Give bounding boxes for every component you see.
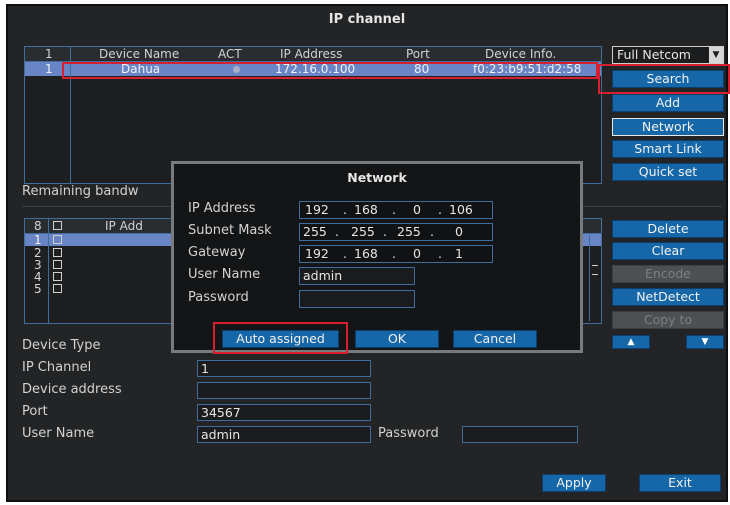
row-checkbox[interactable] [53, 248, 62, 257]
dialog-password-label: Password [188, 290, 249, 305]
exit-button[interactable]: Exit [639, 474, 721, 492]
header-port[interactable]: Port [406, 47, 430, 61]
dialog-password-field[interactable] [299, 290, 415, 308]
octet-3: 255 [397, 224, 421, 239]
network-button[interactable]: Network [612, 118, 724, 136]
ip-address-input[interactable]: 192 . 168 . 0 . 106 [299, 201, 493, 219]
row-index: 1 [45, 62, 53, 76]
net-detect-button[interactable]: NetDetect [612, 288, 724, 306]
dialog-title: Network [347, 170, 407, 185]
chevron-down-icon[interactable]: ▼ [709, 47, 723, 63]
delete-button[interactable]: Delete [612, 220, 724, 238]
dot: . [392, 202, 396, 217]
subnet-mask-input[interactable]: 255 . 255 . 255 . 0 [299, 223, 493, 241]
gateway-input[interactable]: 192 . 168 . 0 . 1 [299, 245, 493, 263]
dialog-user-name-label: User Name [188, 267, 261, 282]
octet-4: 106 [449, 202, 473, 217]
user-name-field[interactable]: admin [197, 426, 371, 443]
arrow-up-icon: ▲ [627, 337, 635, 347]
page-down-button[interactable]: ▼ [686, 335, 724, 349]
octet-4: 0 [455, 224, 463, 239]
cancel-button[interactable]: Cancel [453, 330, 537, 348]
smart-link-button[interactable]: Smart Link [612, 140, 724, 158]
dialog-ip-address-label: IP Address [188, 201, 256, 216]
device-list-header: 1 Device Name ACT IP Address Port Device… [25, 47, 601, 62]
octet-2: 168 [354, 246, 378, 261]
header-index: 1 [45, 47, 53, 61]
header-device-info[interactable]: Device Info. [485, 47, 556, 61]
ip-channel-label: IP Channel [22, 360, 92, 375]
dot: . [438, 202, 442, 217]
octet-3: 0 [413, 246, 421, 261]
header-act[interactable]: ACT [218, 47, 242, 61]
scrollbar[interactable] [589, 235, 600, 321]
ok-button[interactable]: OK [355, 330, 439, 348]
row-index: 5 [34, 282, 42, 296]
row-checkbox[interactable] [53, 272, 62, 281]
column-divider [48, 219, 49, 323]
search-highlight-box [598, 64, 730, 94]
remaining-bandwidth-label: Remaining bandw [22, 184, 139, 199]
user-name-label: User Name [22, 426, 95, 441]
octet-1: 192 [305, 246, 329, 261]
clear-button[interactable]: Clear [612, 242, 724, 260]
dot: . [343, 202, 347, 217]
dialog-subnet-mask-label: Subnet Mask [188, 223, 272, 238]
dialog-gateway-label: Gateway [188, 245, 246, 260]
auto-assigned-highlight-box [213, 322, 348, 354]
password-label: Password [378, 426, 439, 441]
add-button[interactable]: Add [612, 94, 724, 112]
network-dialog: Network IP Address 192 . 168 . 0 . 106 S… [171, 161, 583, 354]
dot: . [392, 246, 396, 261]
octet-1: 255 [303, 224, 327, 239]
protocol-value: Full Netcom [617, 47, 691, 62]
password-field[interactable] [462, 426, 578, 443]
octet-2: 168 [354, 202, 378, 217]
octet-1: 192 [305, 202, 329, 217]
dot: . [343, 246, 347, 261]
page-up-button[interactable]: ▲ [612, 335, 650, 349]
dot: . [430, 224, 434, 239]
scroll-grip-icon [592, 265, 598, 275]
device-type-label: Device Type [22, 338, 101, 353]
window-title: IP channel [328, 12, 406, 27]
header-ip-add[interactable]: IP Add [105, 219, 143, 233]
row-checkbox[interactable] [53, 260, 62, 269]
device-address-label: Device address [22, 382, 122, 397]
arrow-down-icon: ▼ [701, 337, 709, 347]
octet-2: 255 [351, 224, 375, 239]
quick-set-button[interactable]: Quick set [612, 163, 724, 181]
copy-to-button[interactable]: Copy to [612, 311, 724, 329]
device-address-field[interactable] [197, 382, 371, 399]
row-checkbox[interactable] [53, 235, 62, 244]
row-highlight-box [62, 62, 598, 79]
dot: . [383, 224, 387, 239]
header-count: 8 [34, 219, 42, 233]
row-index: 1 [34, 233, 42, 247]
header-device-name[interactable]: Device Name [99, 47, 179, 61]
row-checkbox[interactable] [53, 284, 62, 293]
dot: . [438, 246, 442, 261]
dialog-user-name-field[interactable]: admin [299, 267, 415, 285]
encode-button[interactable]: Encode [612, 265, 724, 283]
header-ip-address[interactable]: IP Address [280, 47, 342, 61]
apply-button[interactable]: Apply [542, 474, 606, 492]
octet-3: 0 [413, 202, 421, 217]
dot: . [335, 224, 339, 239]
port-label: Port [22, 404, 48, 419]
port-field[interactable]: 34567 [197, 404, 371, 421]
protocol-dropdown[interactable]: Full Netcom ▼ [612, 46, 724, 64]
select-all-checkbox[interactable] [53, 221, 62, 230]
octet-4: 1 [455, 246, 463, 261]
ip-channel-window: IP channel 1 Device Name ACT IP Address … [6, 4, 730, 502]
ip-channel-field[interactable]: 1 [197, 360, 371, 377]
